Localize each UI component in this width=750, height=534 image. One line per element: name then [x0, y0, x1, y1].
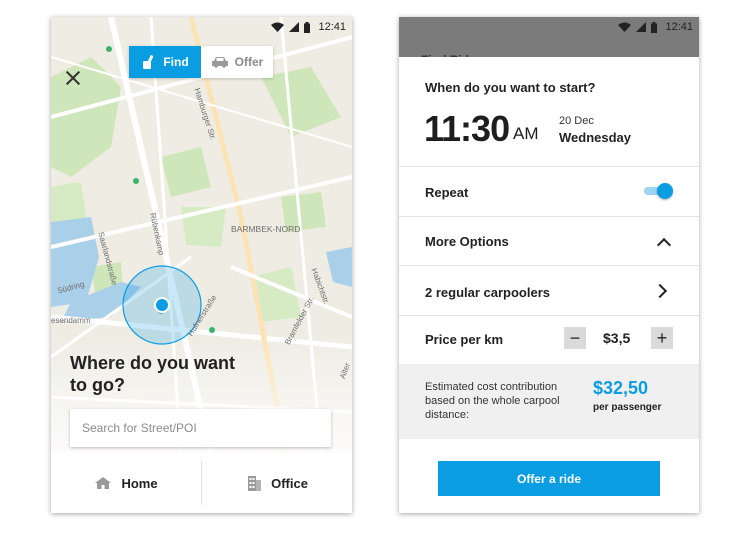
tab-offer[interactable]: Offer [201, 46, 273, 78]
tab-find-label: Find [163, 55, 189, 69]
close-button[interactable] [64, 69, 82, 87]
find-ride-screen: BARMBEK-NORD Hamburger Str. Rübenkamp Sa… [51, 17, 352, 513]
destination-title: Where do you want to go? [70, 353, 236, 395]
signal-icon [636, 22, 647, 32]
price-label: Price per km [425, 332, 504, 347]
offer-ride-screen: 12:41 Find Rid When do you want to start… [399, 17, 699, 513]
find-offer-toggle: Find Offer [129, 46, 273, 78]
battery-icon [304, 21, 311, 33]
battery-icon [651, 21, 658, 33]
hitchhike-hand-icon [143, 55, 154, 69]
status-bar: 12:41 [51, 17, 352, 37]
office-button[interactable]: Office [202, 453, 352, 513]
ride-options-sheet: When do you want to start? 11:30 AM 20 D… [399, 57, 699, 513]
status-time: 12:41 [318, 21, 346, 33]
carpoolers-label: 2 regular carpoolers [425, 285, 550, 300]
search-box[interactable] [70, 409, 331, 447]
divider [399, 166, 699, 167]
map-label-street: esendamm [51, 316, 91, 325]
repeat-toggle[interactable] [643, 183, 673, 199]
price-decrease-button[interactable]: − [564, 327, 586, 349]
office-label: Office [271, 475, 308, 491]
divider [399, 315, 699, 316]
tab-offer-label: Offer [234, 55, 264, 69]
start-ampm: AM [513, 124, 539, 143]
tab-find[interactable]: Find [129, 46, 201, 78]
start-time: 11:30 [424, 108, 510, 149]
price-increase-button[interactable]: + [651, 327, 673, 349]
cost-description: Estimated cost contribution based on the… [425, 381, 560, 421]
office-building-icon [248, 476, 262, 491]
cost-estimate-box: Estimated cost contribution based on the… [399, 364, 699, 439]
repeat-label: Repeat [425, 185, 469, 200]
car-icon [211, 57, 228, 68]
search-input[interactable] [70, 409, 331, 447]
wifi-icon [271, 22, 285, 32]
saved-places-bar: Home Office [51, 453, 352, 513]
cost-amount: $32,50 [593, 378, 649, 398]
signal-icon [289, 22, 300, 32]
status-bar: 12:41 [399, 17, 699, 37]
divider [399, 265, 699, 266]
wifi-icon [618, 22, 632, 32]
divider [399, 216, 699, 217]
start-question: When do you want to start? [425, 80, 596, 95]
start-weekday: Wednesday [559, 130, 632, 145]
more-options-label: More Options [425, 234, 509, 249]
price-value: $3,5 [603, 330, 631, 346]
map-label-district: BARMBEK-NORD [231, 224, 301, 234]
status-time: 12:41 [665, 21, 693, 33]
home-button[interactable]: Home [51, 453, 201, 513]
toggle-knob [657, 183, 673, 199]
home-label: Home [121, 475, 158, 491]
cost-per-passenger: per passenger [593, 402, 662, 413]
offer-ride-button[interactable]: Offer a ride [438, 461, 660, 496]
chevron-up-icon [656, 237, 672, 253]
start-date: 20 Dec [559, 115, 594, 127]
chevron-right-icon [652, 283, 668, 299]
house-icon [95, 477, 112, 489]
